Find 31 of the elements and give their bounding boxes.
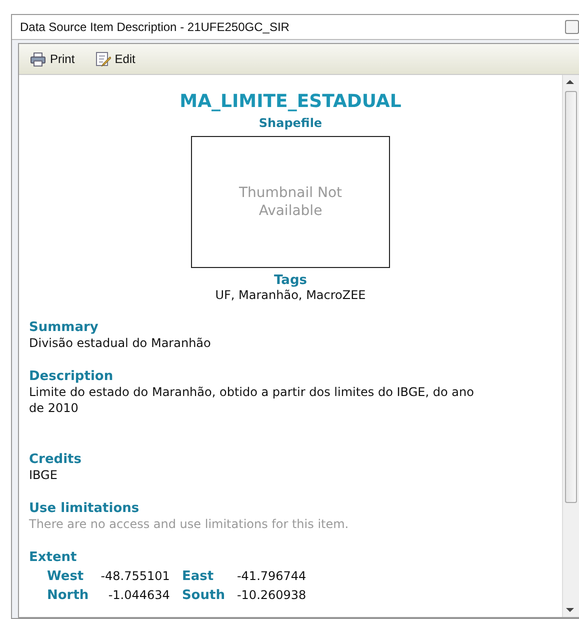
tags-text: UF, Maranhão, MacroZEE	[215, 288, 366, 302]
close-button[interactable]	[565, 20, 579, 34]
window-title: Data Source Item Description - 21UFE250GC_SIR	[20, 20, 290, 34]
section-text: There are no access and use limitations for this item.	[29, 516, 350, 532]
toolbar-button[interactable]: Edit	[92, 49, 138, 69]
extent-value: -1.044634	[107, 588, 170, 603]
section-heading: Credits	[29, 452, 82, 467]
scrollbar[interactable]	[562, 75, 579, 617]
section-heading: Summary	[29, 320, 100, 335]
extent-value: -10.260938	[236, 588, 306, 603]
extent-label: West	[47, 569, 85, 584]
section-text: Limite do estado do Maranhão, obtido a partir dos limites do IBGE, do ano de 2010	[29, 384, 475, 416]
extent-value: -48.755101	[100, 569, 170, 584]
extent-label: East	[182, 569, 215, 584]
document-pencil-icon	[94, 51, 111, 67]
section-text: IBGE	[29, 467, 58, 483]
thumbnail-message: Thumbnail Not Available	[238, 184, 344, 220]
extent-label: South	[182, 588, 225, 603]
scroll-down-arrow-icon[interactable]	[566, 608, 574, 613]
item-type: Shapefile	[258, 116, 322, 130]
section-heading: Extent	[29, 550, 78, 565]
item-title: MA_LIMITE_ESTADUAL	[180, 91, 402, 112]
scroll-up-arrow-icon[interactable]	[566, 79, 574, 84]
section-heading: Use limitations	[29, 501, 140, 516]
section-text: Divisão estadual do Maranhão	[29, 335, 212, 351]
toolbar-button[interactable]: Print	[27, 50, 78, 68]
printer-icon	[30, 52, 46, 66]
section-heading: Description	[29, 369, 114, 384]
extent-value: -41.796744	[236, 569, 306, 584]
extent-label: North	[47, 588, 89, 603]
section-heading: Tags	[274, 273, 307, 288]
